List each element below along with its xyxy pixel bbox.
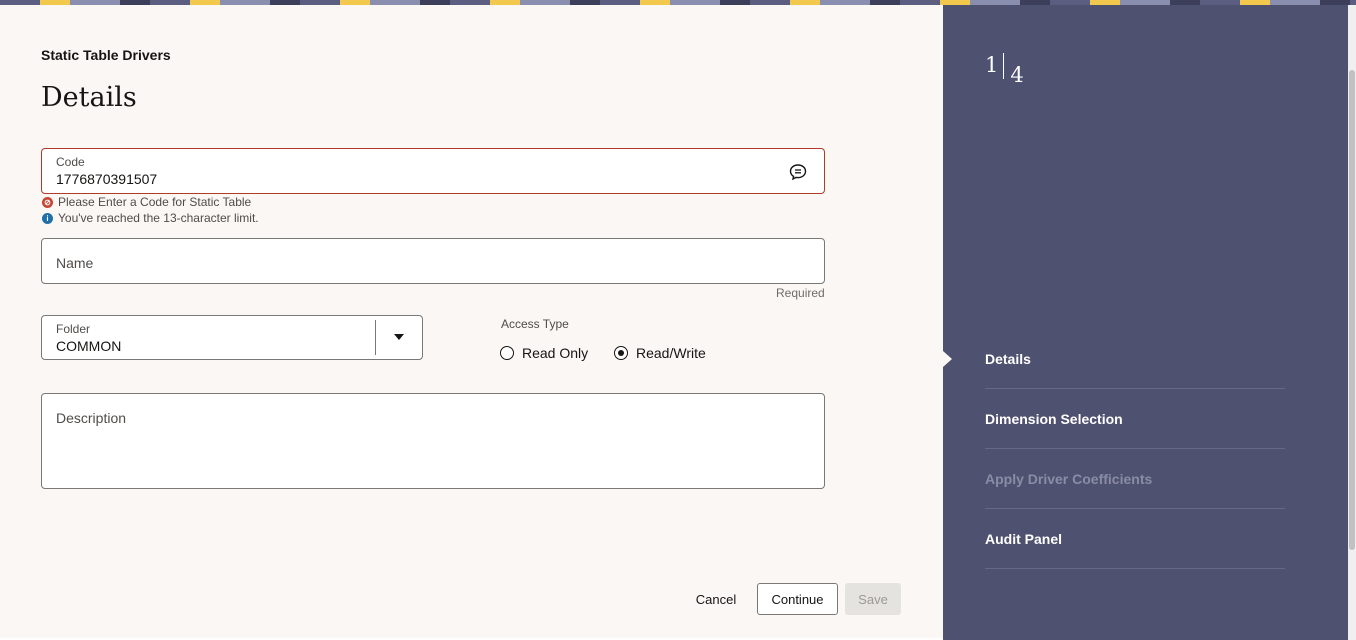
- radio-read-write[interactable]: Read/Write: [614, 345, 706, 361]
- access-type-label: Access Type: [501, 317, 569, 331]
- folder-label: Folder: [56, 322, 91, 336]
- name-label: Name: [56, 255, 94, 271]
- code-value[interactable]: 1776870391507: [56, 171, 157, 187]
- train-sidebar: 1 4 Details Dimension Selection Apply Dr…: [943, 5, 1348, 640]
- current-step-marker-icon: [943, 351, 952, 367]
- save-button: Save: [845, 583, 901, 615]
- code-info-message: i You've reached the 13-character limit.: [42, 211, 259, 225]
- code-info-text: You've reached the 13-character limit.: [58, 211, 259, 225]
- folder-select[interactable]: Folder COMMON: [41, 315, 423, 360]
- radio-read-write-label[interactable]: Read/Write: [636, 345, 706, 361]
- code-error-text: Please Enter a Code for Static Table: [58, 195, 252, 209]
- radio-checked-icon[interactable]: [614, 346, 628, 360]
- train-step-apply-driver-coefficients: Apply Driver Coefficients: [985, 449, 1285, 509]
- name-field[interactable]: Name: [41, 238, 825, 284]
- step-separator: [1003, 53, 1005, 79]
- code-label: Code: [56, 155, 85, 169]
- comment-icon[interactable]: [789, 163, 807, 181]
- continue-button[interactable]: Continue: [757, 583, 838, 615]
- name-required-helper: Required: [776, 286, 825, 300]
- train-step-audit-panel[interactable]: Audit Panel: [985, 509, 1285, 569]
- train-step-dimension-selection[interactable]: Dimension Selection: [985, 389, 1285, 449]
- radio-read-only[interactable]: Read Only: [500, 345, 588, 361]
- chevron-down-icon[interactable]: [394, 334, 404, 340]
- radio-read-only-label[interactable]: Read Only: [522, 345, 588, 361]
- error-icon: ⊘: [42, 196, 53, 208]
- train-step-details[interactable]: Details: [985, 329, 1285, 389]
- description-label: Description: [56, 410, 127, 426]
- scrollbar[interactable]: [1348, 5, 1356, 640]
- step-counter: 1 4: [985, 53, 1024, 87]
- step-total: 4: [1010, 63, 1024, 87]
- description-field[interactable]: Description: [41, 393, 825, 489]
- info-icon: i: [42, 212, 53, 224]
- page-title: Details: [41, 82, 137, 113]
- step-current: 1: [985, 53, 999, 77]
- breadcrumb: Static Table Drivers: [41, 47, 171, 63]
- scrollbar-thumb[interactable]: [1349, 70, 1355, 550]
- folder-divider: [375, 320, 376, 355]
- cancel-button[interactable]: Cancel: [688, 583, 744, 615]
- code-error-message: ⊘ Please Enter a Code for Static Table: [42, 195, 251, 209]
- folder-value: COMMON: [56, 338, 122, 354]
- radio-circle-icon[interactable]: [500, 346, 514, 360]
- code-field[interactable]: Code 1776870391507: [41, 148, 825, 194]
